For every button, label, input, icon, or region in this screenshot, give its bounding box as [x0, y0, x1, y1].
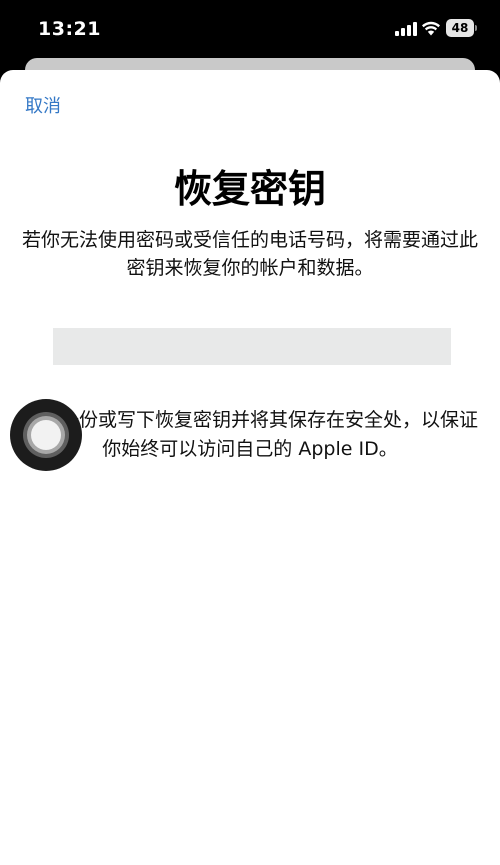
battery-tip: [475, 25, 477, 31]
cancel-button[interactable]: 取消: [25, 92, 61, 118]
battery-level: 48: [446, 19, 474, 37]
assistive-touch-icon: [23, 412, 69, 458]
wifi-icon: [422, 21, 440, 36]
battery-icon: 48: [446, 19, 479, 37]
cellular-signal-icon: [395, 22, 417, 36]
recovery-key-field: [53, 328, 451, 365]
status-bar: 13:21 48: [0, 0, 500, 60]
assistive-touch-button[interactable]: [10, 399, 82, 471]
save-key-instruction: 打印一份或写下恢复密钥并将其保存在安全处，以保证你始终可以访问自己的 Apple…: [21, 409, 478, 460]
page-title: 恢复密钥: [173, 167, 326, 211]
recovery-key-sheet: 取消 恢复密钥 若你无法使用密码或受信任的电话号码，将需要通过此密钥来恢复你的帐…: [0, 70, 500, 865]
recovery-key-description: 若你无法使用密码或受信任的电话号码，将需要通过此密钥来恢复你的帐户和数据。: [21, 229, 478, 279]
status-time: 13:21: [38, 18, 101, 40]
